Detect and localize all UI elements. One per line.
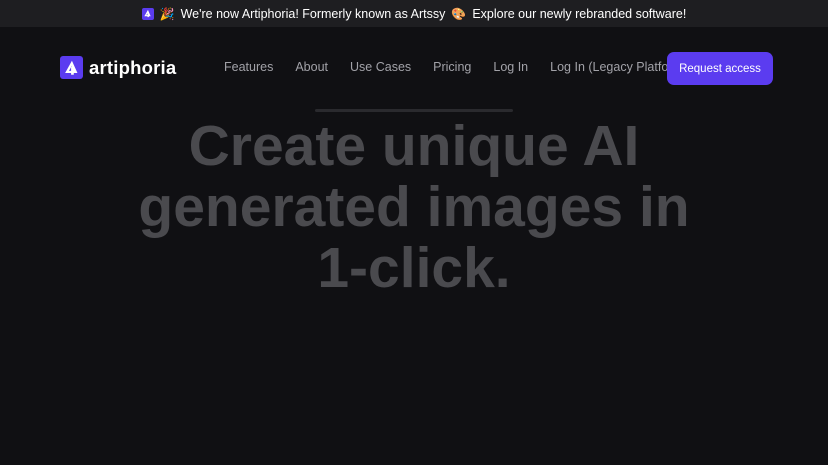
nav-link-features[interactable]: Features <box>224 60 273 74</box>
nav-link-log-in[interactable]: Log In <box>493 60 528 74</box>
request-access-button[interactable]: Request access <box>667 52 773 85</box>
nav-links: Features About Use Cases Pricing Log In … <box>224 60 709 74</box>
brand-home-link[interactable]: artiphoria <box>60 56 176 79</box>
artiphoria-logo-icon <box>60 56 83 79</box>
nav-link-use-cases[interactable]: Use Cases <box>350 60 411 74</box>
party-popper-icon: 🎉 <box>159 6 175 21</box>
hero-headline: Create unique AI generated images in 1-c… <box>138 114 690 300</box>
announcement-bar: 🎉 We're now Artiphoria! Formerly known a… <box>0 0 828 27</box>
palette-icon: 🎨 <box>451 6 467 21</box>
announcement-text-part2: Explore our newly rebranded software! <box>472 6 687 21</box>
hero-divider <box>315 109 513 112</box>
nav-link-pricing[interactable]: Pricing <box>433 60 471 74</box>
announcement-text-part1: We're now Artiphoria! Formerly known as … <box>180 6 446 21</box>
brand-name: artiphoria <box>89 56 177 78</box>
artiphoria-logo-icon <box>141 7 154 20</box>
hero-section: Create unique AI generated images in 1-c… <box>0 109 828 299</box>
top-navigation: artiphoria Features About Use Cases Pric… <box>0 27 828 109</box>
nav-link-about[interactable]: About <box>295 60 328 74</box>
